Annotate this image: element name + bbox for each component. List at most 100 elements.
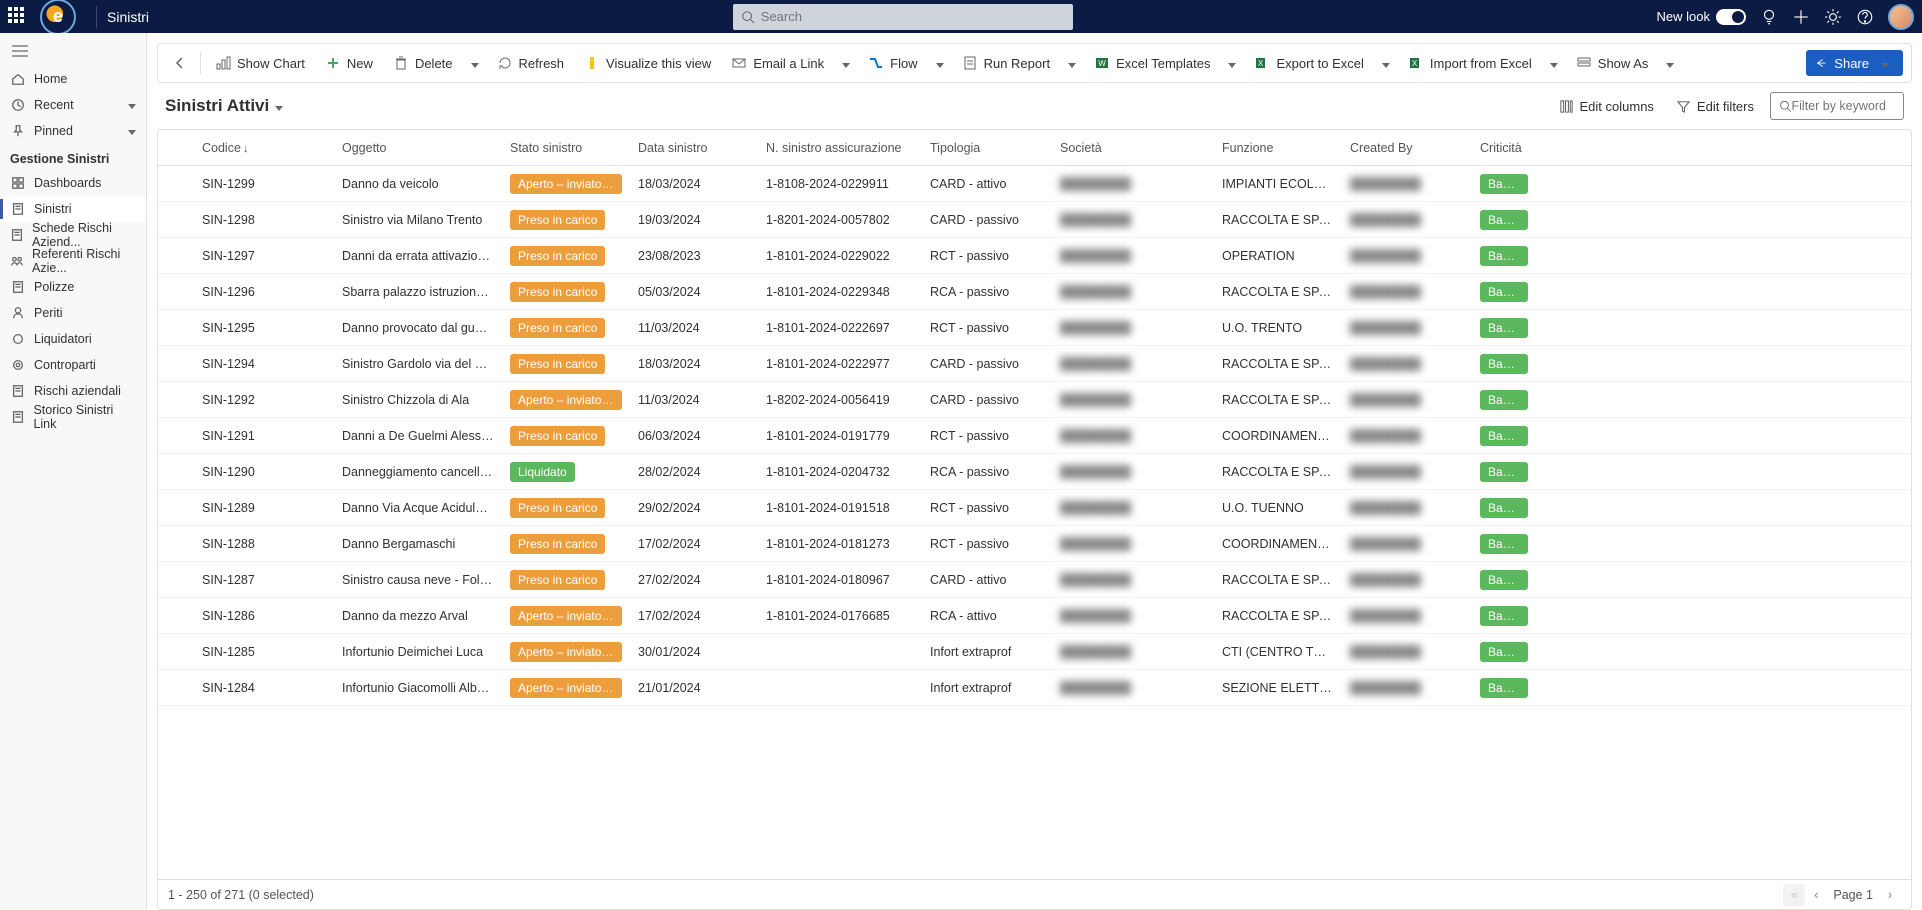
cell-tipologia: RCA - passivo (922, 465, 1052, 479)
refresh-button[interactable]: Refresh (489, 47, 573, 79)
new-button[interactable]: New (317, 47, 381, 79)
show-as-dropdown[interactable] (1660, 56, 1680, 71)
user-avatar[interactable] (1888, 4, 1914, 30)
flow-dropdown[interactable] (930, 56, 950, 71)
cell-stato: Preso in carico (502, 210, 630, 230)
cell-code: SIN-1286 (194, 609, 334, 623)
col-funzione[interactable]: Funzione (1214, 141, 1342, 155)
toggle-icon (1716, 9, 1746, 25)
share-button[interactable]: Share (1806, 50, 1903, 76)
report-dropdown[interactable] (1062, 56, 1082, 71)
lightbulb-icon[interactable] (1760, 8, 1778, 26)
import-dropdown[interactable] (1544, 56, 1564, 71)
edit-filters-button[interactable]: Edit filters (1670, 95, 1760, 118)
col-created-by[interactable]: Created By (1342, 141, 1472, 155)
status-badge: Preso in carico (510, 534, 605, 554)
sidebar-item[interactable]: Schede Rischi Aziend... (0, 222, 146, 248)
gear-icon[interactable] (1824, 8, 1842, 26)
cell-num: 1-8101-2024-0191518 (758, 501, 922, 515)
table-row[interactable]: SIN-1287Sinistro causa neve - FolgariaPr… (158, 562, 1911, 598)
cell-data: 21/01/2024 (630, 681, 758, 695)
app-launcher-icon[interactable] (8, 7, 28, 27)
edit-columns-button[interactable]: Edit columns (1553, 95, 1660, 118)
table-row[interactable]: SIN-1299Danno da veicoloAperto – inviato… (158, 166, 1911, 202)
sidebar-item[interactable]: Polizze (0, 274, 146, 300)
global-search[interactable] (733, 4, 1073, 30)
show-chart-button[interactable]: Show Chart (207, 47, 313, 79)
sidebar-item[interactable]: Controparti (0, 352, 146, 378)
col-num[interactable]: N. sinistro assicurazione (758, 141, 922, 155)
table-row[interactable]: SIN-1297Danni da errata attivazione fo..… (158, 238, 1911, 274)
email-link-button[interactable]: Email a Link (723, 47, 832, 79)
table-row[interactable]: SIN-1298Sinistro via Milano TrentoPreso … (158, 202, 1911, 238)
table-row[interactable]: SIN-1290Danneggiamento cancello Be...Liq… (158, 454, 1911, 490)
table-row[interactable]: SIN-1294Sinistro Gardolo via del Piopp..… (158, 346, 1911, 382)
show-as-button[interactable]: Show As (1568, 47, 1657, 79)
cell-code: SIN-1296 (194, 285, 334, 299)
excel-templates-dropdown[interactable] (1222, 56, 1242, 71)
visualize-button[interactable]: Visualize this view (576, 47, 719, 79)
cell-data: 06/03/2024 (630, 429, 758, 443)
sidebar-item[interactable]: Sinistri (0, 196, 146, 222)
cell-created-by: ████████ (1342, 537, 1472, 551)
email-dropdown[interactable] (836, 56, 856, 71)
table-row[interactable]: SIN-1291Danni a De Guelmi AlessandroPres… (158, 418, 1911, 454)
table-row[interactable]: SIN-1296Sbarra palazzo istruzione Rov...… (158, 274, 1911, 310)
page-next-button[interactable]: › (1879, 884, 1901, 906)
sidebar-item[interactable]: Liquidatori (0, 326, 146, 352)
table-row[interactable]: SIN-1286Danno da mezzo ArvalAperto – inv… (158, 598, 1911, 634)
page-prev-button[interactable]: ‹ (1805, 884, 1827, 906)
add-icon[interactable] (1792, 8, 1810, 26)
col-tipologia[interactable]: Tipologia (922, 141, 1052, 155)
sidebar-item-recent[interactable]: Recent (0, 92, 146, 118)
search-input[interactable] (761, 9, 1065, 24)
excel-templates-button[interactable]: WExcel Templates (1086, 47, 1218, 79)
flow-button[interactable]: Flow (860, 47, 925, 79)
page-first-button[interactable]: « (1783, 884, 1805, 906)
cell-stato: Preso in carico (502, 354, 630, 374)
export-dropdown[interactable] (1376, 56, 1396, 71)
new-look-toggle[interactable]: New look (1657, 9, 1746, 25)
cell-oggetto: Danno da veicolo (334, 177, 502, 191)
cell-code: SIN-1292 (194, 393, 334, 407)
filter-keyword-input[interactable] (1792, 99, 1896, 113)
cell-code: SIN-1287 (194, 573, 334, 587)
cell-stato: Aperto – inviato al Bro (502, 174, 630, 194)
sidebar-item-pinned[interactable]: Pinned (0, 118, 146, 144)
filter-keyword-box[interactable] (1770, 92, 1904, 120)
table-row[interactable]: SIN-1288Danno BergamaschiPreso in carico… (158, 526, 1911, 562)
sidebar-item[interactable]: Storico Sinistri Link (0, 404, 146, 430)
hamburger-icon[interactable] (0, 39, 146, 66)
cell-stato: Aperto – inviato al Bro (502, 390, 630, 410)
delete-dropdown[interactable] (465, 56, 485, 71)
table-row[interactable]: SIN-1284Infortunio Giacomolli AlbertoApe… (158, 670, 1911, 706)
delete-button[interactable]: Delete (385, 47, 461, 79)
col-oggetto[interactable]: Oggetto (334, 141, 502, 155)
share-dropdown[interactable] (1875, 56, 1895, 71)
app-logo[interactable]: e (40, 0, 76, 35)
col-stato[interactable]: Stato sinistro (502, 141, 630, 155)
table-row[interactable]: SIN-1295Danno provocato dal guasto s...P… (158, 310, 1911, 346)
col-data[interactable]: Data sinistro (630, 141, 758, 155)
import-excel-button[interactable]: XImport from Excel (1400, 47, 1540, 79)
back-button[interactable] (166, 47, 194, 79)
sidebar-item-home[interactable]: Home (0, 66, 146, 92)
sidebar-item[interactable]: Dashboards (0, 170, 146, 196)
help-icon[interactable] (1856, 8, 1874, 26)
table-row[interactable]: SIN-1285Infortunio Deimichei LucaAperto … (158, 634, 1911, 670)
export-excel-button[interactable]: XExport to Excel (1246, 47, 1371, 79)
col-criticita[interactable]: Criticità (1472, 141, 1536, 155)
table-row[interactable]: SIN-1289Danno Via Acque Acidule PeioPres… (158, 490, 1911, 526)
cell-stato: Liquidato (502, 462, 630, 482)
cell-num: 1-8202-2024-0056419 (758, 393, 922, 407)
cell-created-by: ████████ (1342, 177, 1472, 191)
col-societa[interactable]: Società (1052, 141, 1214, 155)
run-report-button[interactable]: Run Report (954, 47, 1058, 79)
sidebar-item[interactable]: Rischi aziendali (0, 378, 146, 404)
sidebar-item[interactable]: Referenti Rischi Azie... (0, 248, 146, 274)
cell-data: 19/03/2024 (630, 213, 758, 227)
table-row[interactable]: SIN-1292Sinistro Chizzola di AlaAperto –… (158, 382, 1911, 418)
sidebar-item[interactable]: Periti (0, 300, 146, 326)
view-title[interactable]: Sinistri Attivi (165, 96, 283, 116)
col-code[interactable]: Codice↓ (194, 141, 334, 155)
